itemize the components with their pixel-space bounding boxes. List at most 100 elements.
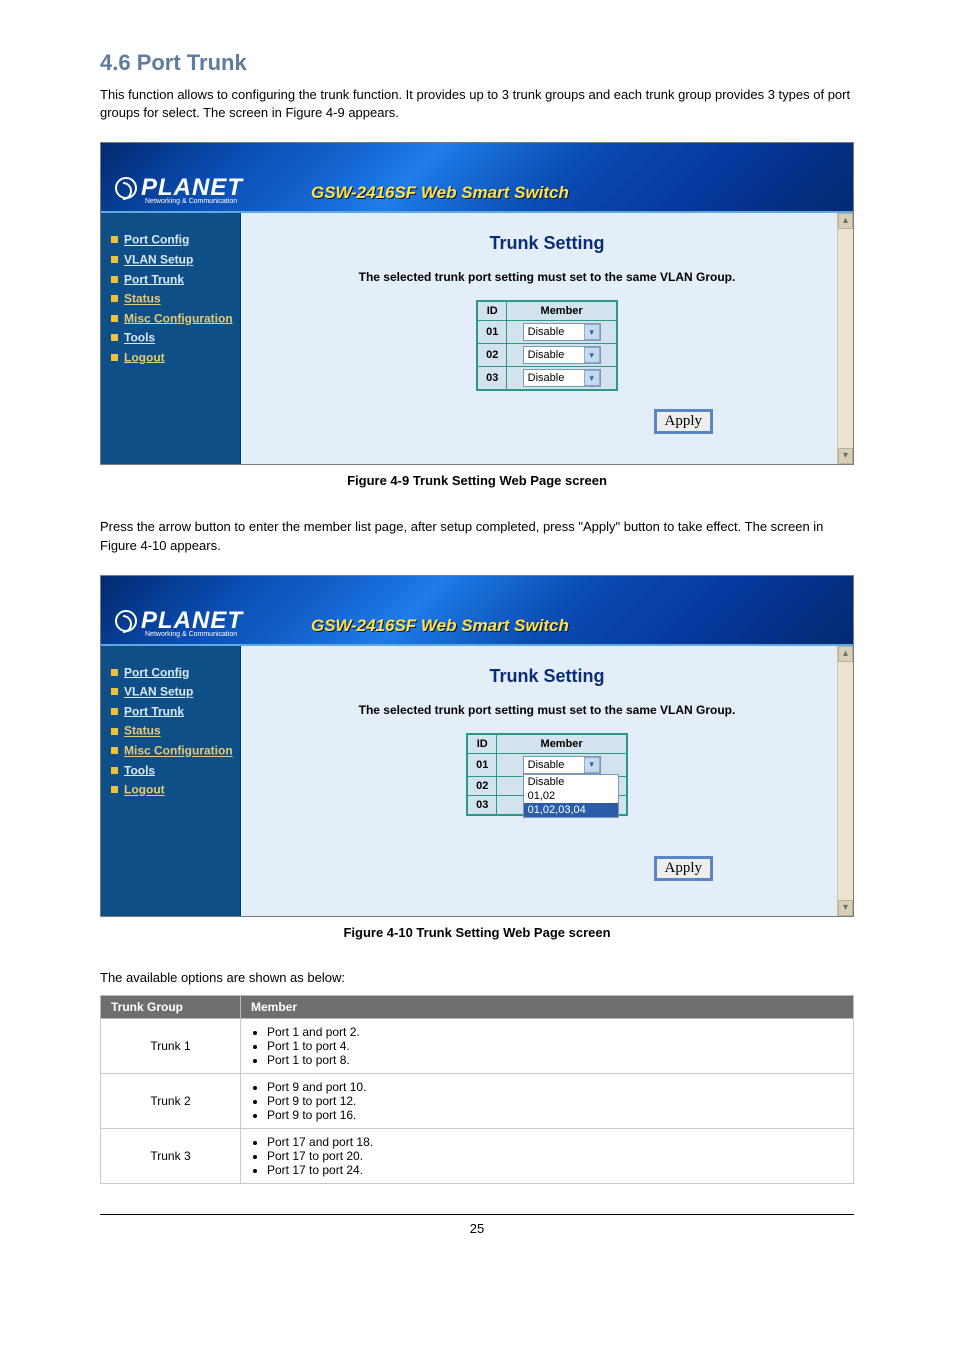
col-member: Member [497, 734, 627, 754]
sidebar-item-vlan-setup[interactable]: VLAN Setup [111, 683, 240, 699]
table-row: Trunk 3 Port 17 and port 18. Port 17 to … [101, 1128, 854, 1183]
page-number: 25 [0, 1221, 954, 1236]
summary-port-item: Port 17 and port 18. [267, 1135, 843, 1149]
planet-globe-icon [115, 177, 137, 199]
table-row: 02 Disable▾ [477, 344, 617, 367]
row-id: 02 [477, 344, 507, 367]
logo-block: PLANET Networking & Communication [101, 601, 251, 644]
member-dropdown[interactable]: Disable▾ [523, 369, 601, 387]
sidebar-item-tools[interactable]: Tools [111, 762, 240, 778]
table-row: Trunk 1 Port 1 and port 2. Port 1 to por… [101, 1018, 854, 1073]
bullet-icon [111, 295, 118, 302]
table-row: 01 Disable▾ Disable 01,02 01,02,03,04 [467, 753, 627, 776]
scrollbar[interactable]: ▴ ▾ [837, 213, 853, 464]
bullet-icon [111, 708, 118, 715]
sidebar: Port Config VLAN Setup Port Trunk Status… [101, 213, 241, 464]
bullet-icon [111, 669, 118, 676]
col-id: ID [467, 734, 497, 754]
scroll-down-icon[interactable]: ▾ [838, 900, 853, 916]
scroll-up-icon[interactable]: ▴ [838, 646, 853, 662]
banner: PLANET Networking & Communication GSW-24… [101, 143, 853, 213]
figure-caption-2: Figure 4-10 Trunk Setting Web Page scree… [0, 925, 954, 940]
sidebar-item-status[interactable]: Status [111, 290, 240, 306]
dropdown-listbox[interactable]: Disable 01,02 01,02,03,04 [523, 774, 619, 818]
sidebar-item-vlan-setup[interactable]: VLAN Setup [111, 251, 240, 267]
sidebar-item-port-trunk[interactable]: Port Trunk [111, 703, 240, 719]
chevron-down-icon: ▾ [584, 347, 600, 363]
row-id: 01 [467, 753, 497, 776]
table-row: Trunk 2 Port 9 and port 10. Port 9 to po… [101, 1073, 854, 1128]
scrollbar[interactable]: ▴ ▾ [837, 646, 853, 916]
scroll-down-icon[interactable]: ▾ [838, 448, 853, 464]
trunk-table: ID Member 01 Disable▾ 02 Disable▾ 03 Dis… [476, 300, 618, 391]
section-heading: 4.6 Port Trunk [100, 50, 954, 76]
apply-button[interactable]: Apply [654, 409, 714, 434]
logo-block: PLANET Networking & Communication [101, 168, 251, 211]
chevron-down-icon: ▾ [584, 370, 600, 386]
content-subtitle: The selected trunk port setting must set… [261, 270, 833, 284]
banner-title: GSW-2416SF Web Smart Switch [251, 183, 853, 211]
chevron-down-icon: ▾ [584, 757, 600, 773]
summary-group-name: Trunk 2 [101, 1073, 241, 1128]
member-dropdown[interactable]: Disable▾ [523, 346, 601, 364]
logo-sub: Networking & Communication [115, 631, 251, 638]
sidebar-item-logout[interactable]: Logout [111, 349, 240, 365]
member-dropdown[interactable]: Disable▾ [523, 323, 601, 341]
bullet-icon [111, 334, 118, 341]
bullet-icon [111, 786, 118, 793]
bullet-icon [111, 354, 118, 361]
banner-title: GSW-2416SF Web Smart Switch [251, 616, 853, 644]
bullet-icon [111, 767, 118, 774]
table-row: 03 Disable▾ [477, 367, 617, 391]
bullet-icon [111, 315, 118, 322]
bullet-icon [111, 276, 118, 283]
sidebar-item-port-trunk[interactable]: Port Trunk [111, 271, 240, 287]
summary-table: Trunk Group Member Trunk 1 Port 1 and po… [100, 995, 854, 1184]
chevron-down-icon: ▾ [584, 324, 600, 340]
scroll-up-icon[interactable]: ▴ [838, 213, 853, 229]
dropdown-option-selected[interactable]: 01,02,03,04 [524, 803, 618, 817]
screenshot-browser-frame-2: PLANET Networking & Communication GSW-24… [100, 575, 854, 917]
content-title: Trunk Setting [261, 666, 833, 687]
mid-paragraph: Press the arrow button to enter the memb… [100, 518, 854, 554]
table-row: 01 Disable▾ [477, 321, 617, 344]
logo-sub: Networking & Communication [115, 198, 251, 205]
bullet-icon [111, 747, 118, 754]
intro-paragraph: This function allows to configuring the … [100, 86, 854, 122]
sidebar-item-logout[interactable]: Logout [111, 781, 240, 797]
content-title: Trunk Setting [261, 233, 833, 254]
sidebar-item-misc[interactable]: Misc Configuration [111, 742, 240, 758]
planet-globe-icon [115, 610, 137, 632]
sidebar-item-port-config[interactable]: Port Config [111, 231, 240, 247]
apply-button[interactable]: Apply [654, 856, 714, 881]
row-id: 03 [477, 367, 507, 391]
content-subtitle: The selected trunk port setting must set… [261, 703, 833, 717]
dropdown-option[interactable]: Disable [524, 775, 618, 789]
col-id: ID [477, 301, 507, 321]
sidebar-item-port-config[interactable]: Port Config [111, 664, 240, 680]
summary-port-item: Port 1 to port 8. [267, 1053, 843, 1067]
sidebar-item-misc[interactable]: Misc Configuration [111, 310, 240, 326]
bullet-icon [111, 728, 118, 735]
bullet-icon [111, 236, 118, 243]
dropdown-option[interactable]: 01,02 [524, 789, 618, 803]
sidebar-item-status[interactable]: Status [111, 722, 240, 738]
member-dropdown[interactable]: Disable▾ [523, 756, 601, 774]
col-member: Member [507, 301, 617, 321]
trunk-table: ID Member 01 Disable▾ Disable 01,02 01,0… [466, 733, 628, 816]
summary-port-item: Port 9 to port 12. [267, 1094, 843, 1108]
summary-head-trunk: Trunk Group [101, 995, 241, 1018]
summary-port-item: Port 9 to port 16. [267, 1108, 843, 1122]
summary-port-item: Port 1 to port 4. [267, 1039, 843, 1053]
figure-caption-1: Figure 4-9 Trunk Setting Web Page screen [0, 473, 954, 488]
summary-intro: The available options are shown as below… [100, 970, 854, 985]
bullet-icon [111, 256, 118, 263]
banner: PLANET Networking & Communication GSW-24… [101, 576, 853, 646]
summary-port-item: Port 9 and port 10. [267, 1080, 843, 1094]
summary-port-item: Port 1 and port 2. [267, 1025, 843, 1039]
sidebar-item-tools[interactable]: Tools [111, 329, 240, 345]
bullet-icon [111, 688, 118, 695]
row-id: 03 [467, 795, 497, 815]
summary-port-item: Port 17 to port 24. [267, 1163, 843, 1177]
summary-head-member: Member [241, 995, 854, 1018]
